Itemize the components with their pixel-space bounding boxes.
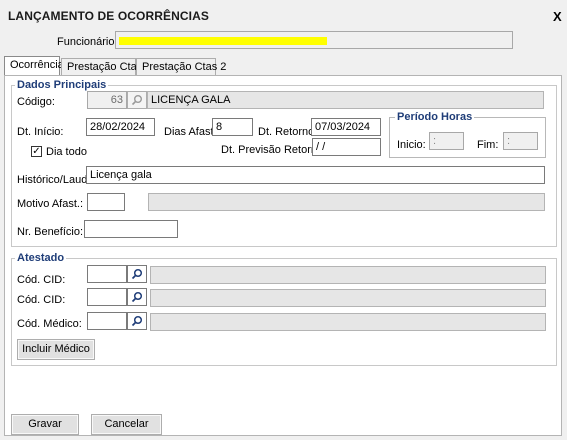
tab-ocorrencia[interactable]: Ocorrência [4,56,64,76]
cod-cid-2-label: Cód. CID: [17,294,66,306]
window-title: LANÇAMENTO DE OCORRÊNCIAS [8,9,209,23]
cod-medico-label: Cód. Médico: [17,318,82,330]
codigo-description: LICENÇA GALA [147,91,544,109]
dt-previsao-label: Dt. Previsão Retorno: [221,144,327,156]
inicio-field[interactable]: : [429,132,464,150]
search-icon [131,315,143,327]
dt-previsao-field[interactable]: / / [312,138,381,156]
dias-afast-label: Dias Afast. [164,126,217,138]
check-icon: ✓ [32,145,41,157]
cod-medico-description [150,313,546,331]
cod-cid-2-description [150,289,546,307]
cod-cid-2-search-button[interactable] [127,288,147,306]
fim-label: Fim: [477,139,499,151]
codigo-field[interactable]: 63 [87,91,127,109]
tab-prestacao-ctas[interactable]: Prestação Ctas [61,58,142,76]
codigo-search-button[interactable] [127,91,147,109]
dia-todo-label: Dia todo [46,146,87,158]
dt-retorno-label: Dt. Retorno: [258,126,318,138]
motivo-afast-label: Motivo Afast.: [17,198,84,210]
cod-cid-2-field[interactable] [87,288,127,306]
cod-medico-field[interactable] [87,312,127,330]
redacted-name [119,37,327,45]
incluir-medico-button[interactable]: Incluir Médico [17,339,95,360]
inicio-label: Inicio: [397,139,426,151]
dia-todo-checkbox[interactable]: ✓ [31,146,42,157]
tab-prestacao-ctas-2[interactable]: Prestação Ctas 2 [136,58,226,76]
dt-inicio-label: Dt. Início: [17,126,64,138]
atestado-title: Atestado [15,252,67,264]
search-icon [131,268,143,280]
funcionario-field[interactable] [115,31,513,49]
motivo-afast-description [148,193,545,211]
search-icon [131,95,142,106]
dados-principais-title: Dados Principais [15,79,109,91]
cod-cid-1-description [150,266,546,284]
dt-inicio-field[interactable]: 28/02/2024 [86,118,155,136]
nr-beneficio-label: Nr. Benefício: [17,226,84,238]
gravar-button[interactable]: Gravar [11,414,79,435]
tab-strip: Ocorrência Prestação Ctas Prestação Ctas… [4,56,564,76]
historico-field[interactable]: Licença gala [86,166,545,184]
funcionario-label: Funcionário: [57,36,118,48]
close-button[interactable]: X [553,9,562,24]
codigo-label: Código: [17,96,55,108]
search-icon [131,291,143,303]
periodo-horas-title: Período Horas [395,111,475,123]
dias-afast-field[interactable]: 8 [212,118,253,136]
dt-retorno-field[interactable]: 07/03/2024 [311,118,381,136]
historico-label: Histórico/Laudo: [17,174,97,186]
motivo-afast-field[interactable] [87,193,125,211]
fim-field[interactable]: : [503,132,538,150]
cod-cid-1-field[interactable] [87,265,127,283]
cod-medico-search-button[interactable] [127,312,147,330]
cod-cid-1-search-button[interactable] [127,265,147,283]
nr-beneficio-field[interactable] [84,220,178,238]
cancelar-button[interactable]: Cancelar [91,414,162,435]
cod-cid-1-label: Cód. CID: [17,274,66,286]
